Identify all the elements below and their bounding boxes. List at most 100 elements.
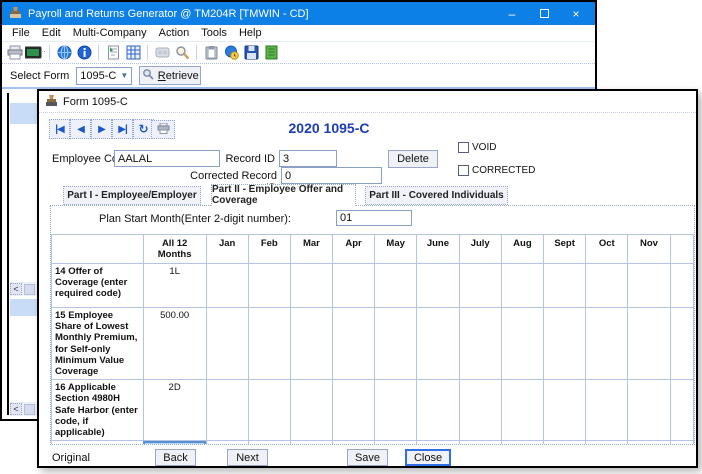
month-cell[interactable] bbox=[670, 308, 693, 380]
month-cell[interactable] bbox=[586, 264, 628, 308]
plan-start-month-input[interactable]: 01 bbox=[336, 210, 412, 226]
month-cell[interactable] bbox=[586, 308, 628, 380]
month-cell[interactable] bbox=[417, 380, 459, 441]
tab-part3[interactable]: Part III - Covered Individuals bbox=[365, 186, 508, 205]
month-cell[interactable] bbox=[290, 441, 332, 445]
month-cell[interactable] bbox=[628, 308, 670, 380]
month-cell[interactable] bbox=[206, 441, 248, 445]
month-cell[interactable] bbox=[332, 264, 374, 308]
corrected-checkbox[interactable]: CORRECTED bbox=[458, 165, 535, 176]
menu-edit[interactable]: Edit bbox=[36, 27, 67, 39]
grid-icon[interactable] bbox=[123, 44, 143, 62]
month-cell[interactable] bbox=[206, 380, 248, 441]
month-cell[interactable] bbox=[375, 264, 417, 308]
print-icon[interactable] bbox=[5, 44, 25, 62]
save-button[interactable]: Save bbox=[347, 449, 388, 466]
month-cell[interactable] bbox=[543, 441, 585, 445]
world-clock-icon[interactable] bbox=[221, 44, 241, 62]
search-icon[interactable] bbox=[172, 44, 192, 62]
grid-selected-row[interactable] bbox=[10, 103, 37, 124]
void-checkbox[interactable]: VOID bbox=[458, 142, 496, 153]
form-select[interactable]: 1095-C ▼ bbox=[76, 67, 132, 85]
prev-record-button[interactable]: ◀ bbox=[70, 119, 91, 139]
print-form-button[interactable] bbox=[151, 120, 175, 139]
retrieve-button[interactable]: Retrieve bbox=[139, 66, 201, 85]
tab-part1[interactable]: Part I - Employee/Employer bbox=[63, 186, 201, 205]
month-cell[interactable] bbox=[332, 380, 374, 441]
month-cell[interactable] bbox=[248, 380, 290, 441]
clipboard-icon[interactable] bbox=[201, 44, 221, 62]
employee-code-input[interactable]: AALAL bbox=[114, 150, 220, 167]
display-dropdown-icon[interactable] bbox=[25, 44, 45, 62]
close-window-button[interactable]: × bbox=[570, 8, 582, 20]
exit-icon[interactable] bbox=[261, 44, 281, 62]
minimize-button[interactable]: – bbox=[506, 8, 518, 20]
h-scrollbar[interactable]: < bbox=[10, 402, 37, 416]
month-cell[interactable] bbox=[628, 380, 670, 441]
menu-action[interactable]: Action bbox=[153, 27, 196, 39]
month-cell[interactable] bbox=[459, 441, 501, 445]
month-cell[interactable] bbox=[332, 441, 374, 445]
menu-file[interactable]: File bbox=[6, 27, 36, 39]
next-button[interactable]: Next bbox=[227, 449, 268, 466]
grid-selected-row[interactable] bbox=[10, 299, 37, 316]
back-button[interactable]: Back bbox=[155, 449, 196, 466]
month-cell[interactable] bbox=[459, 380, 501, 441]
month-cell[interactable] bbox=[543, 380, 585, 441]
last-record-button[interactable]: ▶| bbox=[112, 119, 133, 139]
menu-help[interactable]: Help bbox=[233, 27, 268, 39]
month-cell[interactable] bbox=[417, 264, 459, 308]
corrected-record-id-input[interactable]: 0 bbox=[281, 167, 382, 184]
month-cell[interactable] bbox=[290, 380, 332, 441]
delete-button[interactable]: Delete bbox=[388, 150, 438, 168]
month-cell[interactable] bbox=[290, 308, 332, 380]
month-cell[interactable] bbox=[586, 441, 628, 445]
month-cell[interactable] bbox=[375, 308, 417, 380]
menu-tools[interactable]: Tools bbox=[195, 27, 233, 39]
tab-part2[interactable]: Part II - Employee Offer and Coverage bbox=[211, 184, 356, 206]
all-12-months-cell[interactable]: 1L bbox=[143, 264, 206, 308]
month-cell[interactable] bbox=[670, 264, 693, 308]
month-cell[interactable] bbox=[206, 264, 248, 308]
month-cell[interactable] bbox=[248, 441, 290, 445]
record-id-input[interactable]: 3 bbox=[279, 150, 337, 167]
month-cell[interactable] bbox=[670, 380, 693, 441]
month-cell[interactable] bbox=[501, 441, 543, 445]
month-cell[interactable] bbox=[628, 264, 670, 308]
month-cell[interactable] bbox=[628, 441, 670, 445]
h-scrollbar[interactable]: < bbox=[10, 282, 37, 296]
info-icon[interactable] bbox=[74, 44, 94, 62]
month-cell[interactable] bbox=[501, 264, 543, 308]
month-cell[interactable] bbox=[290, 264, 332, 308]
attach-disabled-icon[interactable] bbox=[152, 44, 172, 62]
all-12-months-cell[interactable]: 2D bbox=[143, 380, 206, 441]
month-cell[interactable] bbox=[586, 380, 628, 441]
month-cell[interactable] bbox=[501, 380, 543, 441]
all-12-months-cell[interactable]: 36043 bbox=[143, 441, 206, 445]
month-cell[interactable] bbox=[248, 264, 290, 308]
globe-icon[interactable] bbox=[54, 44, 74, 62]
maximize-button[interactable] bbox=[540, 9, 549, 18]
month-cell[interactable] bbox=[375, 380, 417, 441]
all-12-months-cell[interactable]: 500.00 bbox=[143, 308, 206, 380]
month-cell[interactable] bbox=[417, 441, 459, 445]
month-cell[interactable] bbox=[248, 308, 290, 380]
month-cell[interactable] bbox=[459, 264, 501, 308]
scroll-left-icon[interactable]: < bbox=[10, 283, 22, 295]
month-cell[interactable] bbox=[375, 441, 417, 445]
save-icon[interactable] bbox=[241, 44, 261, 62]
month-cell[interactable] bbox=[543, 308, 585, 380]
month-cell[interactable] bbox=[459, 308, 501, 380]
month-cell[interactable] bbox=[417, 308, 459, 380]
scroll-thumb[interactable] bbox=[24, 404, 35, 415]
month-cell[interactable] bbox=[543, 264, 585, 308]
scroll-thumb[interactable] bbox=[24, 284, 35, 295]
first-record-button[interactable]: |◀ bbox=[49, 119, 70, 139]
report-icon[interactable] bbox=[103, 44, 123, 62]
month-cell[interactable] bbox=[501, 308, 543, 380]
month-cell[interactable] bbox=[206, 308, 248, 380]
month-cell[interactable] bbox=[332, 308, 374, 380]
month-cell[interactable] bbox=[670, 441, 693, 445]
scroll-left-icon[interactable]: < bbox=[10, 403, 22, 415]
menu-multi-company[interactable]: Multi-Company bbox=[67, 27, 153, 39]
